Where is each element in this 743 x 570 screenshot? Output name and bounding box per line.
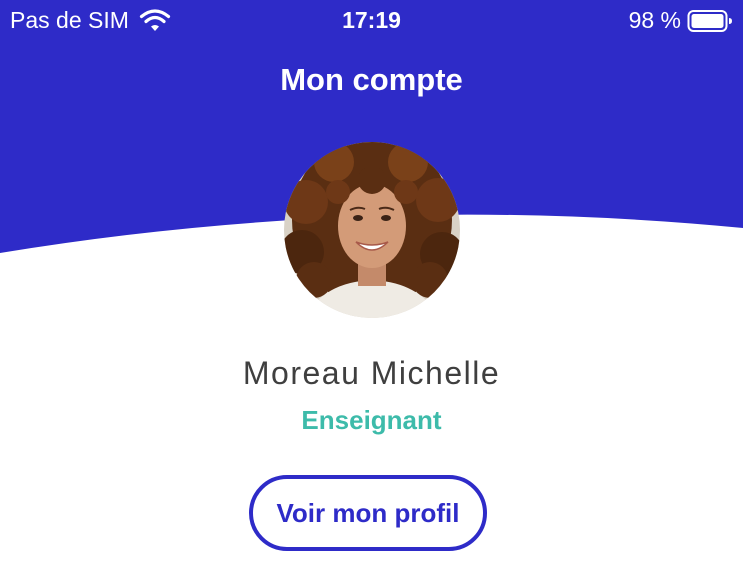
battery-group: 98 %	[629, 7, 733, 34]
avatar[interactable]	[284, 142, 460, 318]
account-screen: Pas de SIM 17:19 98 % Mon compte Moreau …	[0, 0, 743, 570]
avatar-photo	[284, 142, 460, 318]
user-role: Enseignant	[301, 405, 442, 435]
view-profile-button[interactable]: Voir mon profil	[249, 475, 487, 551]
page-title: Mon compte	[280, 62, 463, 97]
battery-icon	[687, 9, 733, 33]
user-name: Moreau Michelle	[242, 355, 501, 391]
status-bar: Pas de SIM 17:19 98 %	[0, 0, 743, 40]
battery-percentage: 98 %	[628, 7, 681, 33]
